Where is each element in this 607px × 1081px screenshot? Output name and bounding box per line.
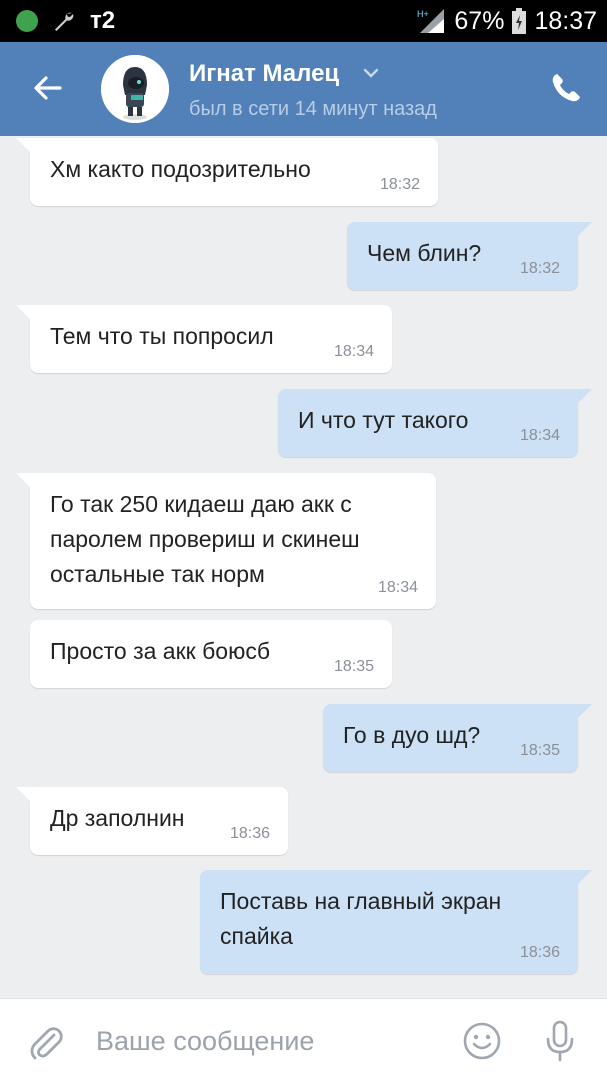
message-bubble-incoming[interactable]: Др заполнин 18:36	[16, 787, 288, 855]
message-input[interactable]	[96, 1021, 436, 1061]
bubble-tail	[572, 222, 592, 242]
phone-icon[interactable]	[548, 70, 584, 106]
message-bubble-outgoing[interactable]: Поставь на главный экран спайка 18:36	[200, 870, 592, 974]
message-bubble-outgoing[interactable]: И что тут такого 18:34	[278, 389, 592, 457]
message-text: Просто за акк боюсб	[50, 638, 270, 664]
shield-icon	[16, 10, 38, 32]
message-time: 18:35	[333, 658, 374, 675]
avatar-image	[101, 55, 169, 123]
message-bubble-incoming[interactable]: Тем что ты попросил 18:34	[16, 305, 392, 373]
message-bubble-incoming[interactable]: Просто за акк боюсб 18:35	[30, 620, 392, 688]
message-text: Хм както подозрительно	[50, 156, 311, 182]
chat-header: Игнат Малец был в сети 14 минут назад	[0, 42, 607, 136]
message-time: 18:34	[377, 579, 418, 596]
bubble-tail	[16, 138, 36, 158]
battery-percent: 67%	[454, 6, 505, 35]
paperclip-icon[interactable]	[26, 1023, 66, 1063]
contact-name[interactable]: Игнат Малец	[189, 60, 339, 88]
message-text: Тем что ты попросил	[50, 323, 274, 349]
message-time: 18:34	[333, 343, 374, 360]
bubble-tail	[572, 870, 592, 890]
carrier-label: т2	[90, 7, 116, 34]
signal-icon: H+	[417, 9, 445, 33]
bubble-tail	[16, 787, 36, 807]
message-bubble-outgoing[interactable]: Го в дуо шд? 18:35	[323, 704, 592, 772]
contact-status: был в сети 14 минут назад	[189, 98, 437, 120]
message-time: 18:32	[519, 260, 560, 277]
chevron-down-icon[interactable]	[362, 66, 380, 80]
message-time: 18:36	[229, 825, 270, 842]
message-time: 18:35	[519, 742, 560, 759]
back-arrow-icon[interactable]	[30, 70, 66, 106]
smile-icon[interactable]	[462, 1021, 502, 1061]
microphone-icon[interactable]	[540, 1019, 580, 1063]
bubble-tail	[572, 704, 592, 724]
avatar[interactable]	[101, 55, 169, 123]
clock: 18:37	[534, 6, 597, 35]
message-bubble-outgoing[interactable]: Чем блин? 18:32	[347, 222, 592, 290]
message-bubble-incoming[interactable]: Го так 250 кидаеш даю акк с паролем пров…	[16, 473, 436, 609]
message-text: Го так 250 кидаеш даю акк с паролем пров…	[50, 491, 360, 587]
wrench-icon	[55, 12, 74, 31]
status-bar: т2 H+ 67% 18:37	[0, 0, 607, 42]
message-composer	[0, 998, 607, 1081]
bubble-tail	[572, 389, 592, 409]
message-bubble-incoming[interactable]: Хм както подозрительно 18:32	[16, 138, 438, 206]
network-type: H+	[417, 9, 429, 19]
bubble-tail	[16, 305, 36, 325]
message-time: 18:34	[519, 427, 560, 444]
message-time: 18:36	[519, 944, 560, 961]
message-text: Поставь на главный экран спайка	[220, 888, 502, 949]
bubble-tail	[16, 473, 36, 493]
message-time: 18:32	[379, 176, 420, 193]
battery-icon	[512, 8, 527, 34]
message-list[interactable]: Хм както подозрительно 18:32 Чем блин? 1…	[0, 136, 607, 998]
